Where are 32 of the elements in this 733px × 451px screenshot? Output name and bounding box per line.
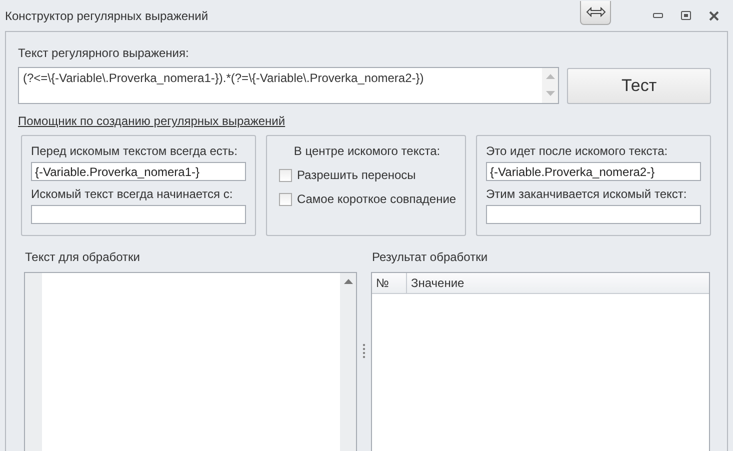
maximize-icon xyxy=(681,11,691,20)
input-field[interactable] xyxy=(486,205,701,224)
field-label: Искомый текст всегда начинается с: xyxy=(31,187,234,201)
column-header[interactable]: № xyxy=(372,273,407,293)
close-icon xyxy=(709,10,719,20)
double-arrow-icon xyxy=(586,7,606,17)
input-field[interactable]: {-Variable.Proverka_nomera1-} xyxy=(31,162,246,181)
scrollbar[interactable] xyxy=(340,273,356,451)
field-label: Перед искомым текстом всегда есть: xyxy=(31,144,238,158)
test-button[interactable]: Тест xyxy=(567,68,711,104)
grip-icon xyxy=(362,344,366,358)
scrollbar[interactable] xyxy=(542,68,558,103)
scroll-down-icon xyxy=(546,91,555,98)
scroll-up-icon xyxy=(546,74,555,80)
input-field[interactable]: {-Variable.Proverka_nomera2-} xyxy=(486,162,701,181)
helper-link[interactable]: Помощник по созданию регулярных выражений xyxy=(18,114,286,128)
window-title: Конструктор регулярных выражений xyxy=(5,8,208,22)
field-label: Этим заканчивается искомый текст: xyxy=(486,187,688,201)
panel-title: Текст для обработки xyxy=(25,250,142,264)
regex-field[interactable]: (?<=\{-Variable\.Proverka_nomera1-}).*(?=\{-Variable\.Proverka_nomera2-}) xyxy=(18,67,560,104)
checkbox[interactable]: Самое короткое совпадение xyxy=(278,192,456,206)
input-field[interactable] xyxy=(31,205,246,224)
field-label: Текст регулярного выражения: xyxy=(18,46,190,60)
group-title: В центре искомого текста: xyxy=(294,144,440,158)
dock-button[interactable] xyxy=(580,0,611,24)
panel-title: Результат обработки xyxy=(372,250,489,264)
column-header[interactable]: Значение xyxy=(407,273,468,293)
field-label: Это идет после искомого текста: xyxy=(486,144,669,158)
scroll-up-icon xyxy=(344,279,352,285)
minimize-icon xyxy=(653,12,663,18)
checkbox[interactable]: Разрешить переносы xyxy=(278,168,416,182)
text-editor[interactable] xyxy=(24,272,357,451)
